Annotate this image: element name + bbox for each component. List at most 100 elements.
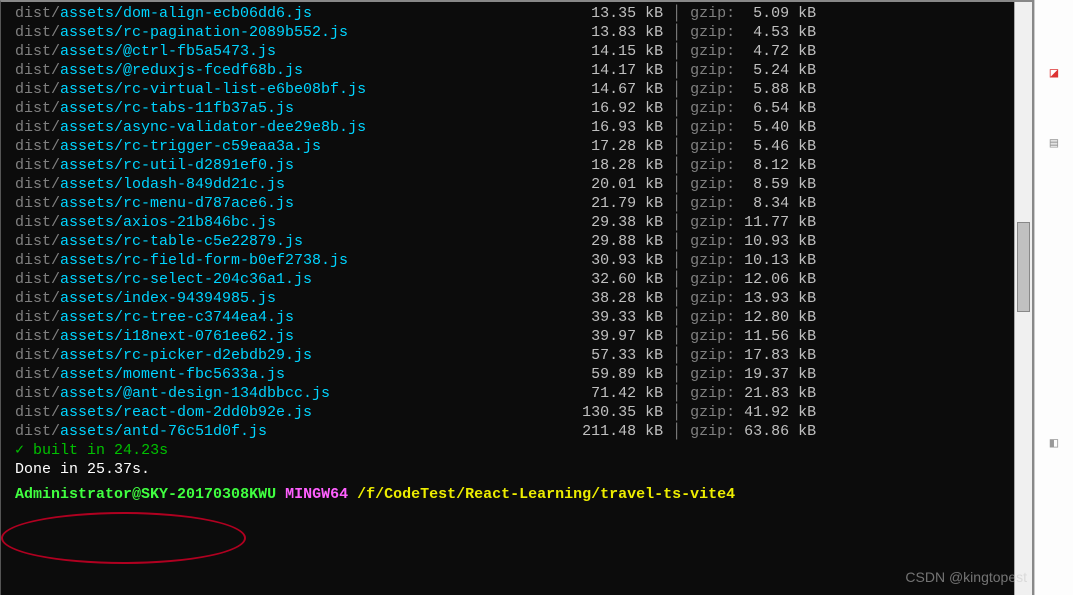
- separator: │: [663, 384, 690, 403]
- terminal-window[interactable]: dist/assets/dom-align-ecb06dd6.js 13.35 …: [0, 0, 1034, 595]
- path-prefix: dist/: [15, 403, 60, 422]
- file-size: 39.33 kB: [456, 308, 663, 327]
- layers-icon: ▤: [1041, 130, 1067, 156]
- path-prefix: dist/: [15, 232, 60, 251]
- file-name: assets/@ctrl-fb5a5473.js: [60, 42, 456, 61]
- file-size: 13.83 kB: [456, 23, 663, 42]
- gzip-size: 12.80 kB: [744, 308, 816, 327]
- gzip-label: gzip:: [690, 384, 744, 403]
- shell-prompt[interactable]: Administrator@SKY-20170308KWU MINGW64 /f…: [1, 485, 1032, 504]
- gzip-label: gzip:: [690, 232, 744, 251]
- gzip-label: gzip:: [690, 80, 744, 99]
- output-row: dist/assets/rc-picker-d2ebdb29.js 57.33 …: [1, 346, 1032, 365]
- file-size: 29.88 kB: [456, 232, 663, 251]
- path-prefix: dist/: [15, 213, 60, 232]
- gzip-label: gzip:: [690, 403, 744, 422]
- path-prefix: dist/: [15, 23, 60, 42]
- gzip-label: gzip:: [690, 61, 744, 80]
- file-name: assets/lodash-849dd21c.js: [60, 175, 456, 194]
- gzip-size: 5.88 kB: [744, 80, 816, 99]
- output-row: dist/assets/moment-fbc5633a.js 59.89 kB …: [1, 365, 1032, 384]
- file-name: assets/index-94394985.js: [60, 289, 456, 308]
- file-name: assets/async-validator-dee29e8b.js: [60, 118, 456, 137]
- terminal-scrollbar[interactable]: [1014, 2, 1032, 595]
- file-size: 20.01 kB: [456, 175, 663, 194]
- gzip-size: 12.06 kB: [744, 270, 816, 289]
- separator: │: [663, 403, 690, 422]
- gzip-label: gzip:: [690, 308, 744, 327]
- file-name: assets/rc-trigger-c59eaa3a.js: [60, 137, 456, 156]
- file-size: 17.28 kB: [456, 137, 663, 156]
- path-prefix: dist/: [15, 42, 60, 61]
- gzip-label: gzip:: [690, 422, 744, 441]
- gzip-size: 10.13 kB: [744, 251, 816, 270]
- gzip-size: 17.83 kB: [744, 346, 816, 365]
- output-row: dist/assets/rc-tabs-11fb37a5.js 16.92 kB…: [1, 99, 1032, 118]
- gzip-label: gzip:: [690, 270, 744, 289]
- separator: │: [663, 61, 690, 80]
- path-prefix: dist/: [15, 99, 60, 118]
- highlight-circle-annotation: [1, 512, 246, 564]
- file-name: assets/moment-fbc5633a.js: [60, 365, 456, 384]
- file-name: assets/axios-21b846bc.js: [60, 213, 456, 232]
- editor-right-gutter: ◪ ▤ ◧: [1034, 0, 1073, 595]
- sidebar-icon: ◧: [1041, 430, 1067, 456]
- path-prefix: dist/: [15, 346, 60, 365]
- file-size: 14.17 kB: [456, 61, 663, 80]
- scroll-thumb[interactable]: [1017, 222, 1030, 312]
- path-prefix: dist/: [15, 4, 60, 23]
- file-name: assets/rc-field-form-b0ef2738.js: [60, 251, 456, 270]
- build-output: dist/assets/dom-align-ecb06dd6.js 13.35 …: [1, 4, 1032, 441]
- file-size: 16.93 kB: [456, 118, 663, 137]
- path-prefix: dist/: [15, 194, 60, 213]
- gzip-size: 11.56 kB: [744, 327, 816, 346]
- path-prefix: dist/: [15, 422, 60, 441]
- path-prefix: dist/: [15, 308, 60, 327]
- file-name: assets/dom-align-ecb06dd6.js: [60, 4, 456, 23]
- done-line: Done in 25.37s.: [1, 460, 1032, 479]
- gzip-size: 10.93 kB: [744, 232, 816, 251]
- gzip-label: gzip:: [690, 156, 744, 175]
- file-size: 38.28 kB: [456, 289, 663, 308]
- file-name: assets/rc-pagination-2089b552.js: [60, 23, 456, 42]
- file-name: assets/rc-util-d2891ef0.js: [60, 156, 456, 175]
- prompt-path: /f/CodeTest/React-Learning/travel-ts-vit…: [357, 485, 735, 504]
- file-size: 14.15 kB: [456, 42, 663, 61]
- output-row: dist/assets/rc-table-c5e22879.js 29.88 k…: [1, 232, 1032, 251]
- output-row: dist/assets/rc-trigger-c59eaa3a.js 17.28…: [1, 137, 1032, 156]
- output-row: dist/assets/rc-tree-c3744ea4.js 39.33 kB…: [1, 308, 1032, 327]
- gzip-label: gzip:: [690, 137, 744, 156]
- separator: │: [663, 422, 690, 441]
- path-prefix: dist/: [15, 384, 60, 403]
- file-name: assets/i18next-0761ee62.js: [60, 327, 456, 346]
- file-name: assets/react-dom-2dd0b92e.js: [60, 403, 456, 422]
- gzip-size: 11.77 kB: [744, 213, 816, 232]
- gzip-size: 63.86 kB: [744, 422, 816, 441]
- built-line: ✓ built in 24.23s: [1, 441, 1032, 460]
- check-icon: ✓: [15, 441, 33, 460]
- separator: │: [663, 175, 690, 194]
- gzip-label: gzip:: [690, 213, 744, 232]
- gzip-size: 41.92 kB: [744, 403, 816, 422]
- separator: │: [663, 99, 690, 118]
- path-prefix: dist/: [15, 156, 60, 175]
- file-name: assets/rc-select-204c36a1.js: [60, 270, 456, 289]
- gzip-label: gzip:: [690, 99, 744, 118]
- separator: │: [663, 251, 690, 270]
- file-name: assets/@ant-design-134dbbcc.js: [60, 384, 456, 403]
- file-size: 30.93 kB: [456, 251, 663, 270]
- gzip-size: 5.09 kB: [744, 4, 816, 23]
- output-row: dist/assets/rc-util-d2891ef0.js 18.28 kB…: [1, 156, 1032, 175]
- watermark: CSDN @kingtopest: [905, 569, 1027, 585]
- prompt-mingw: MINGW64: [285, 485, 348, 504]
- output-row: dist/assets/@ctrl-fb5a5473.js 14.15 kB │…: [1, 42, 1032, 61]
- file-size: 130.35 kB: [456, 403, 663, 422]
- file-size: 13.35 kB: [456, 4, 663, 23]
- gzip-label: gzip:: [690, 4, 744, 23]
- gzip-size: 21.83 kB: [744, 384, 816, 403]
- output-row: dist/assets/i18next-0761ee62.js 39.97 kB…: [1, 327, 1032, 346]
- file-size: 21.79 kB: [456, 194, 663, 213]
- file-size: 71.42 kB: [456, 384, 663, 403]
- separator: │: [663, 346, 690, 365]
- gzip-label: gzip:: [690, 346, 744, 365]
